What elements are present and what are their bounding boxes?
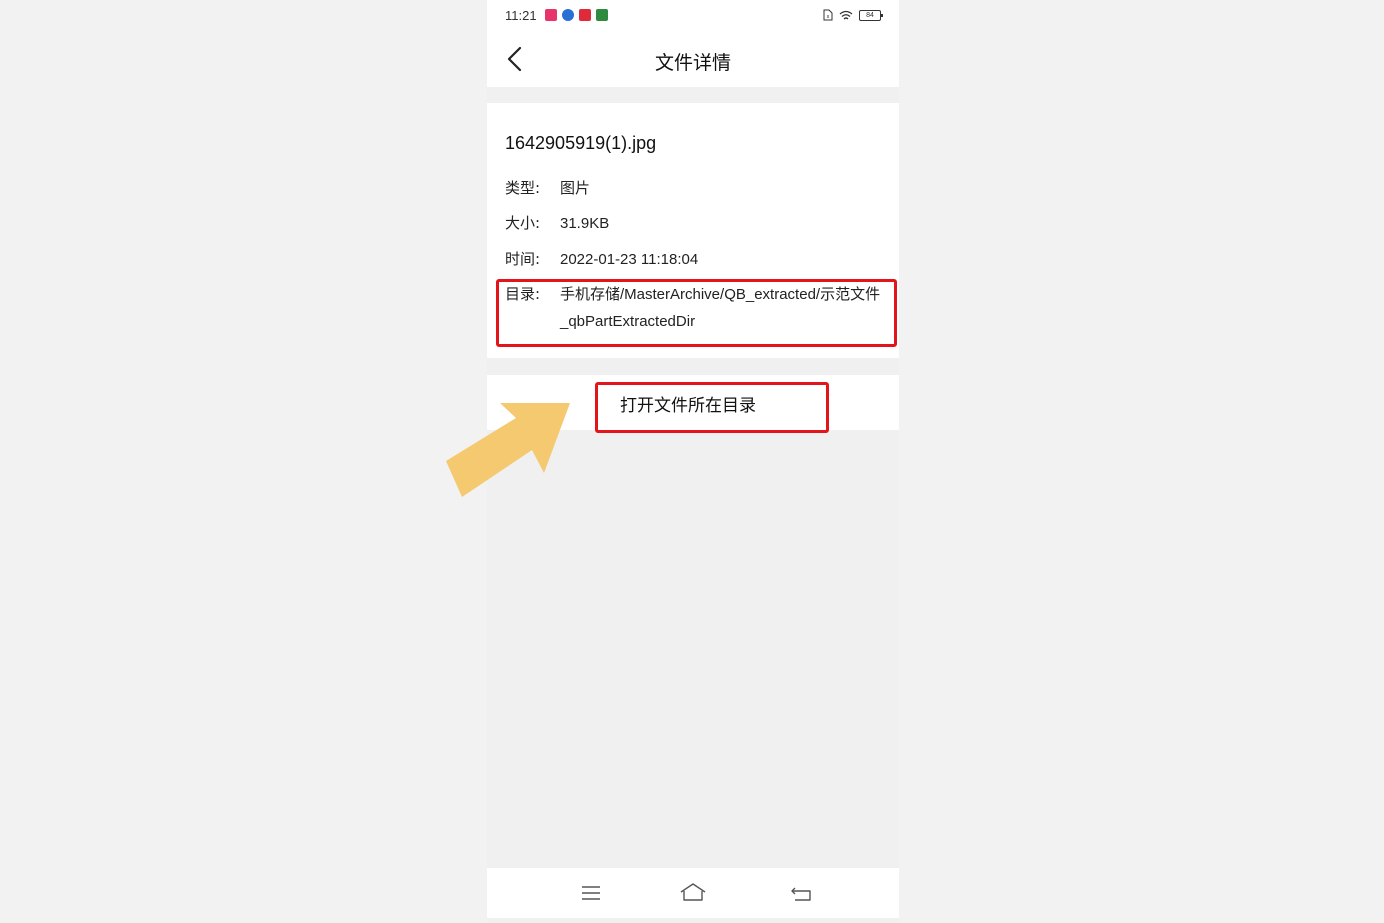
system-back-button[interactable] [787, 880, 817, 906]
page-title: 文件详情 [654, 52, 731, 74]
svg-text:x: x [827, 14, 830, 20]
status-time: 11:21 [505, 8, 537, 23]
system-nav-bar [487, 868, 899, 918]
size-label: 大小: [505, 214, 541, 232]
home-icon [680, 883, 706, 901]
wifi-icon [839, 10, 853, 19]
home-button[interactable] [678, 880, 708, 906]
battery-icon: 84 [859, 9, 883, 21]
nav-header: 文件详情 [487, 32, 899, 87]
app-notif-2-icon [562, 9, 574, 21]
notification-icons [545, 9, 608, 21]
app-notif-1-icon [545, 9, 557, 21]
directory-highlight-box [496, 279, 897, 347]
file-name: 1642905919(1).jpg [505, 133, 657, 153]
app-notif-3-icon [579, 9, 591, 21]
time-label: 时间: [505, 250, 541, 268]
screen: 11:21 x 84 文件详情 1642905919(1).jpg 类型: 图片… [0, 0, 1384, 923]
open-directory-button[interactable]: 打开文件所在目录 [487, 375, 899, 433]
phone-screen: 11:21 x 84 文件详情 1642905919(1).jpg 类型: 图片… [487, 0, 899, 923]
time-value: 2022-01-23 11:18:04 [560, 251, 699, 268]
menu-icon [582, 886, 600, 900]
sim-icon: x [823, 9, 833, 21]
system-icons: x 84 [823, 9, 883, 21]
status-bar: 11:21 x 84 [487, 0, 899, 32]
type-label: 类型: [505, 179, 541, 197]
file-detail-card: 1642905919(1).jpg 类型: 图片 大小: 31.9KB 时间: … [487, 103, 899, 358]
return-icon [791, 887, 811, 901]
type-value: 图片 [560, 180, 591, 197]
size-value: 31.9KB [560, 215, 610, 232]
app-notif-4-icon [596, 9, 608, 21]
open-directory-highlight-box [595, 382, 829, 433]
recent-apps-button[interactable] [576, 880, 606, 906]
